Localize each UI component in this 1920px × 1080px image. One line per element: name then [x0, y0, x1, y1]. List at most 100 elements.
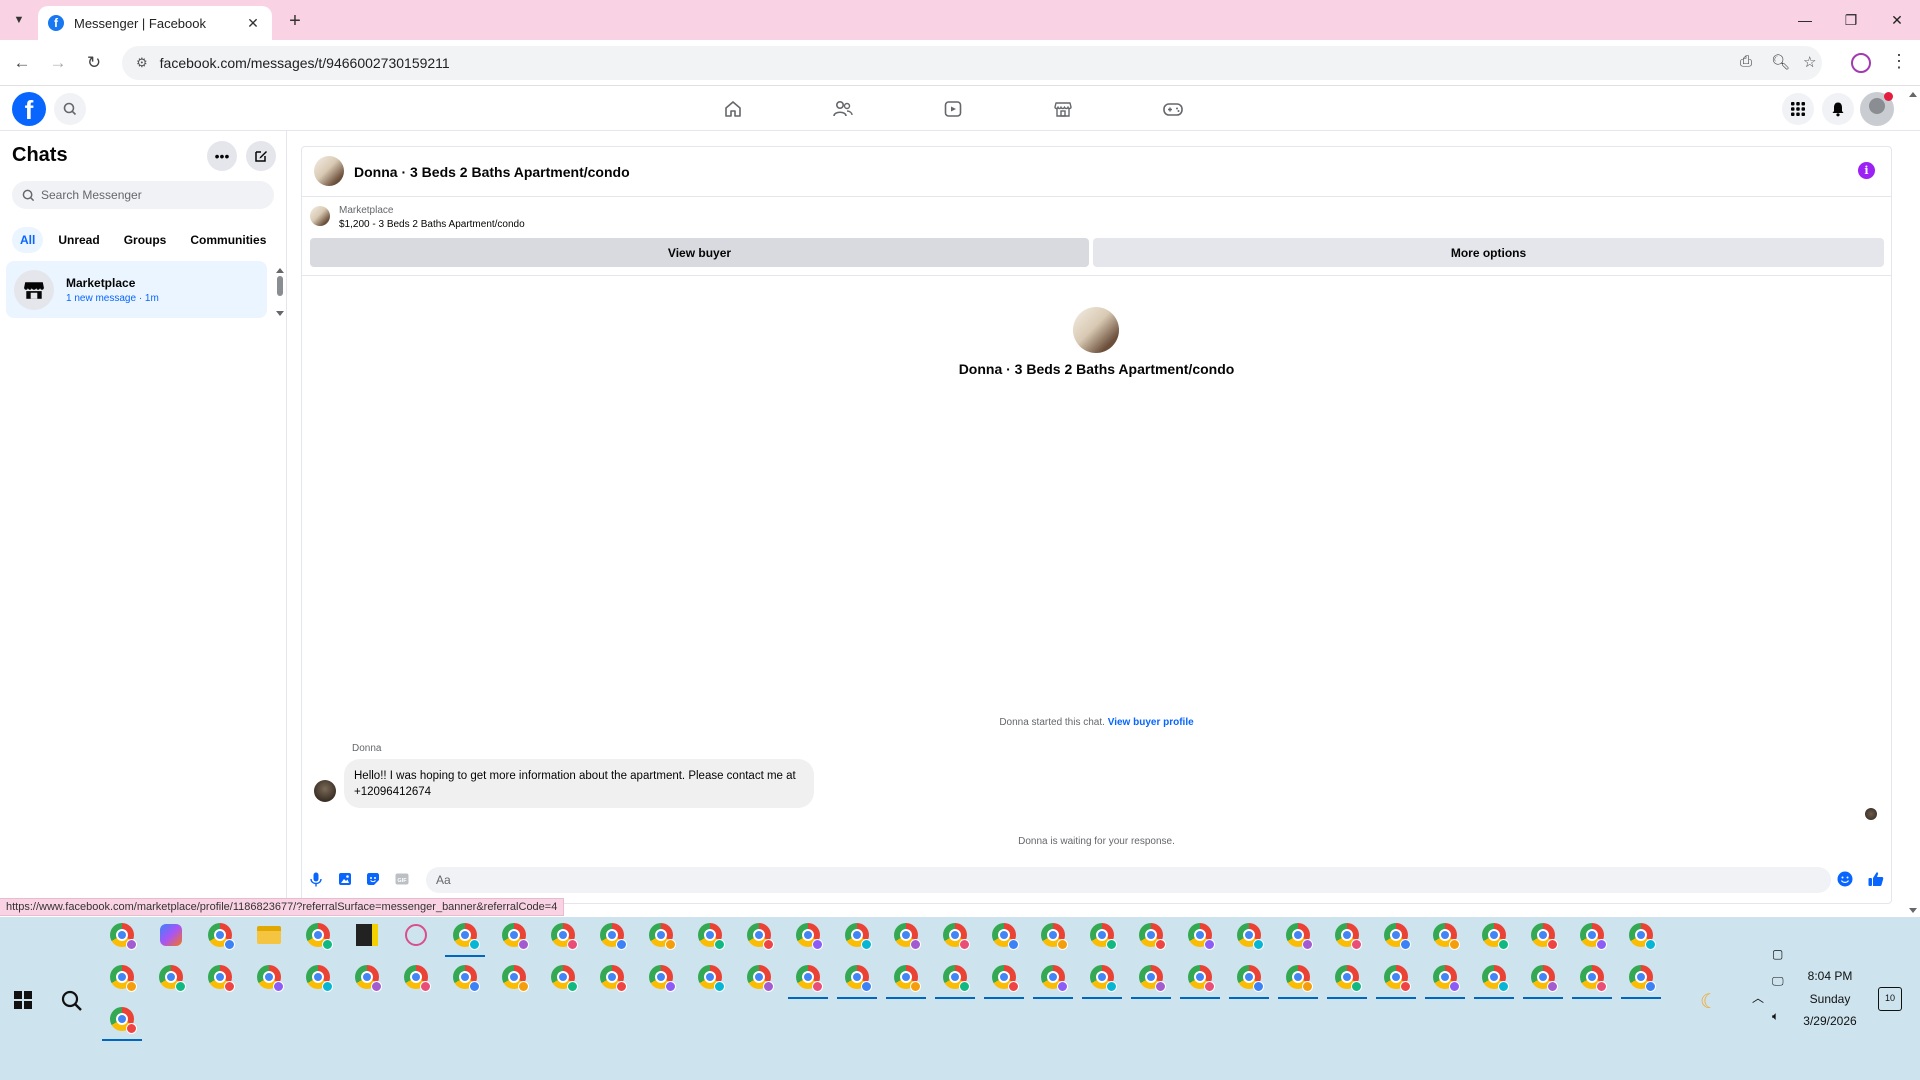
- show-hidden-icons-chevron-icon[interactable]: ︿: [1752, 989, 1764, 1006]
- address-bar[interactable]: ⚙ facebook.com/messages/t/94660027301592…: [122, 46, 1822, 80]
- chrome-app-icon[interactable]: [1229, 959, 1269, 999]
- filter-communities[interactable]: Communities: [181, 227, 275, 253]
- chrome-app-icon[interactable]: [298, 959, 338, 995]
- chrome-app-icon[interactable]: [739, 959, 779, 995]
- clock-time[interactable]: 8:04 PM: [1800, 969, 1860, 983]
- browser-profile-icon[interactable]: [1851, 53, 1871, 73]
- chrome-app-icon[interactable]: [494, 959, 534, 995]
- clock-day[interactable]: Sunday: [1800, 992, 1860, 1006]
- facebook-search-icon[interactable]: [54, 93, 86, 125]
- menu-grid-icon[interactable]: [1782, 93, 1814, 125]
- chrome-app-icon[interactable]: [1572, 917, 1612, 953]
- chrome-app-icon[interactable]: [1425, 959, 1465, 999]
- marketplace-icon[interactable]: [1050, 97, 1076, 121]
- close-tab-icon[interactable]: ✕: [244, 15, 262, 32]
- chrome-app-icon[interactable]: [494, 917, 534, 953]
- new-message-button[interactable]: [246, 141, 276, 171]
- chrome-app-icon[interactable]: [788, 917, 828, 953]
- chrome-app-icon[interactable]: [1572, 959, 1612, 999]
- messenger-search[interactable]: [12, 181, 274, 209]
- view-buyer-button[interactable]: View buyer: [310, 238, 1089, 267]
- tab-search-chevron-icon[interactable]: ▼: [8, 9, 30, 31]
- chrome-app-icon[interactable]: [1376, 917, 1416, 953]
- tray-volume-icon[interactable]: 🔈︎: [1772, 1009, 1779, 1024]
- chrome-app-icon[interactable]: [1033, 959, 1073, 999]
- sticky-notes-icon[interactable]: [347, 917, 387, 953]
- info-icon[interactable]: i: [1858, 162, 1875, 179]
- notification-center-icon[interactable]: 10: [1878, 987, 1902, 1011]
- chrome-app-icon[interactable]: [641, 917, 681, 953]
- chrome-app-icon[interactable]: [1180, 917, 1220, 953]
- chrome-app-icon[interactable]: [837, 959, 877, 999]
- chrome-app-icon[interactable]: [984, 959, 1024, 999]
- chrome-app-icon[interactable]: [1474, 959, 1514, 999]
- chrome-app-icon[interactable]: [1327, 917, 1367, 953]
- sender-avatar[interactable]: [314, 780, 336, 802]
- chrome-app-icon[interactable]: [543, 959, 583, 995]
- message-bubble[interactable]: Hello!! I was hoping to get more informa…: [344, 759, 814, 808]
- filter-unread[interactable]: Unread: [49, 227, 108, 253]
- chrome-app-icon[interactable]: [200, 959, 240, 995]
- close-window-button[interactable]: ✕: [1874, 0, 1920, 40]
- site-info-icon[interactable]: ⚙: [136, 55, 148, 71]
- reload-button[interactable]: ↻: [82, 51, 106, 75]
- chrome-app-icon[interactable]: [1425, 917, 1465, 953]
- chrome-app-icon[interactable]: [935, 917, 975, 953]
- chrome-app-icon[interactable]: [1376, 959, 1416, 999]
- file-explorer-icon[interactable]: [249, 917, 289, 953]
- photo-icon[interactable]: [337, 871, 353, 887]
- bookmark-star-icon[interactable]: ☆: [1803, 53, 1816, 71]
- chrome-app-icon[interactable]: [984, 917, 1024, 953]
- chat-item-marketplace[interactable]: Marketplace 1 new message · 1m: [6, 261, 267, 318]
- microphone-icon[interactable]: [308, 871, 324, 887]
- chrome-app-icon[interactable]: [445, 917, 485, 957]
- chrome-app-icon[interactable]: [1278, 917, 1318, 953]
- chrome-app-icon[interactable]: [886, 959, 926, 999]
- message-input[interactable]: [426, 867, 1831, 893]
- chrome-app-icon[interactable]: [1523, 959, 1563, 999]
- chrome-app-icon[interactable]: [1278, 959, 1318, 999]
- listing-thumbnail[interactable]: [314, 156, 344, 186]
- browser-tab[interactable]: f Messenger | Facebook ✕: [38, 6, 272, 40]
- chrome-app-icon[interactable]: [102, 917, 142, 953]
- notifications-bell-icon[interactable]: [1822, 93, 1854, 125]
- minimize-button[interactable]: —: [1782, 0, 1828, 40]
- chat-list-scrollbar[interactable]: [274, 266, 286, 318]
- chrome-app-icon[interactable]: [1180, 959, 1220, 999]
- chrome-app-icon[interactable]: [837, 917, 877, 953]
- chrome-app-icon[interactable]: [445, 959, 485, 995]
- chrome-app-icon[interactable]: [592, 917, 632, 953]
- friends-icon[interactable]: [830, 97, 856, 121]
- more-options-button[interactable]: More options: [1093, 238, 1884, 267]
- chat-options-button[interactable]: •••: [207, 141, 237, 171]
- chrome-app-icon[interactable]: [1033, 917, 1073, 953]
- chrome-app-icon[interactable]: [1131, 959, 1171, 999]
- chrome-app-icon[interactable]: [1474, 917, 1514, 953]
- chrome-app-icon[interactable]: [1131, 917, 1171, 953]
- chrome-app-icon[interactable]: [592, 959, 632, 995]
- chrome-app-icon[interactable]: [151, 959, 191, 995]
- chrome-app-icon[interactable]: [396, 959, 436, 995]
- chrome-app-icon[interactable]: [102, 959, 142, 995]
- conversation-title[interactable]: Donna · 3 Beds 2 Baths Apartment/condo: [354, 164, 630, 180]
- chrome-app-icon[interactable]: [1523, 917, 1563, 953]
- chrome-app-icon[interactable]: [935, 959, 975, 999]
- gif-icon[interactable]: GIF: [394, 871, 410, 887]
- night-light-icon[interactable]: ☾: [1700, 989, 1718, 1014]
- tray-meet-icon[interactable]: ▢: [1772, 947, 1783, 961]
- sticker-icon[interactable]: [365, 871, 381, 887]
- filter-groups[interactable]: Groups: [115, 227, 176, 253]
- tray-network-icon[interactable]: 🖵︎: [1772, 974, 1784, 989]
- restore-button[interactable]: ❐: [1828, 0, 1874, 40]
- like-thumbs-up-icon[interactable]: [1868, 871, 1884, 887]
- zoom-icon[interactable]: 🔍︎: [1771, 53, 1790, 71]
- video-icon[interactable]: [940, 97, 966, 121]
- new-tab-button[interactable]: +: [282, 8, 308, 34]
- back-button[interactable]: ←: [10, 51, 34, 75]
- chrome-app-icon[interactable]: [543, 917, 583, 953]
- filter-all[interactable]: All: [12, 227, 44, 253]
- messenger-search-input[interactable]: [41, 188, 261, 202]
- windows-start-icon[interactable]: [14, 991, 32, 1009]
- chrome-app-icon[interactable]: [739, 917, 779, 953]
- chrome-app-icon[interactable]: [1621, 959, 1661, 999]
